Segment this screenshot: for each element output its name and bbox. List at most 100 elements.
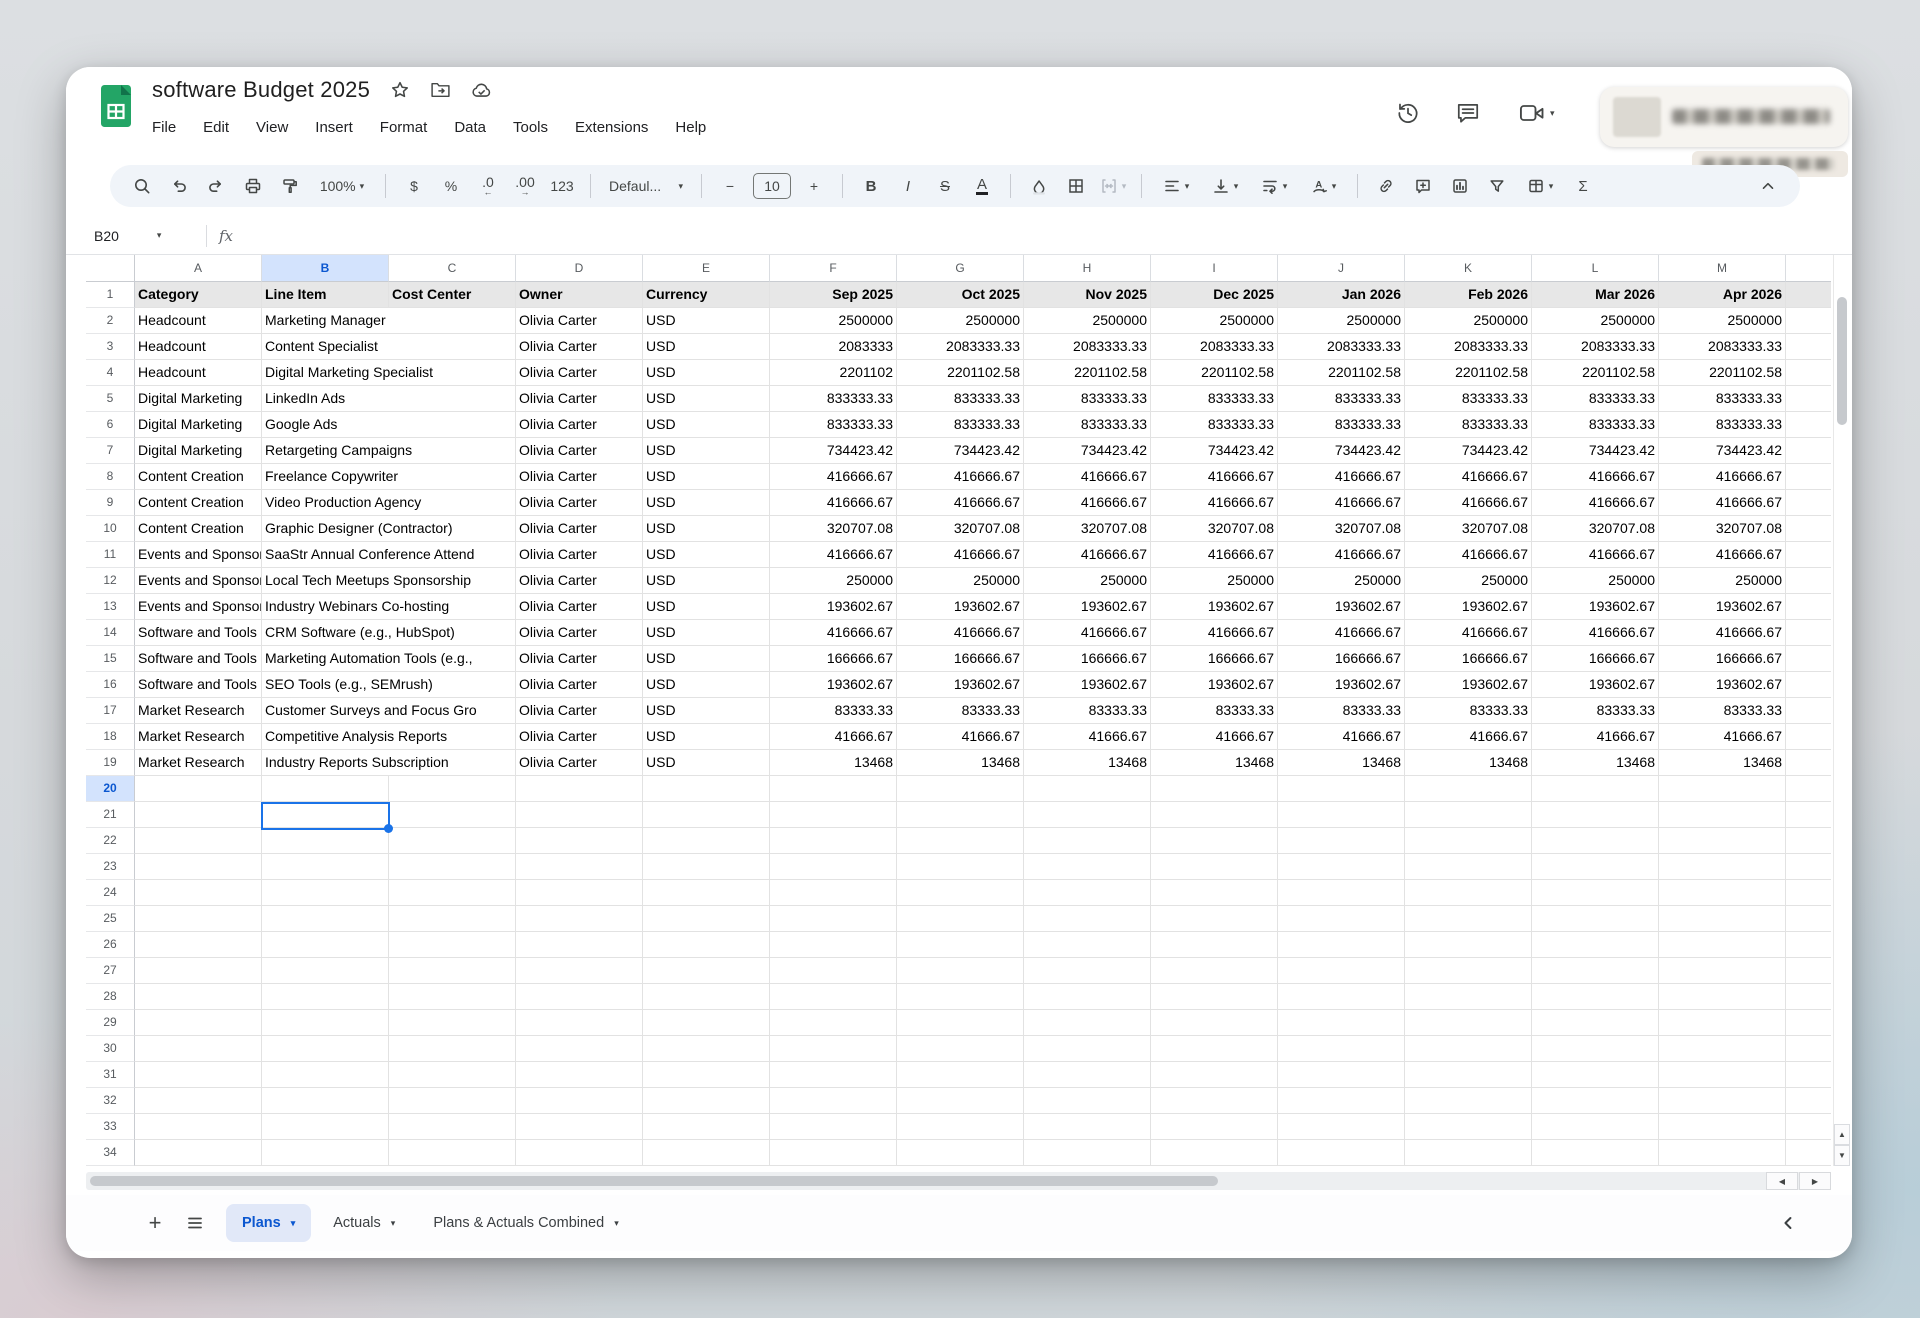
cell[interactable] — [1151, 880, 1278, 906]
row-header-34[interactable]: 34 — [86, 1140, 135, 1166]
format-currency-button[interactable]: $ — [400, 171, 428, 201]
cell[interactable]: Digital Marketing — [135, 412, 262, 438]
scroll-left-button[interactable]: ◀ — [1766, 1172, 1798, 1190]
cell[interactable] — [1278, 906, 1405, 932]
cell[interactable]: CRM Software (e.g., HubSpot) — [262, 620, 516, 646]
cell[interactable]: 2500000 — [1659, 308, 1786, 334]
text-color-button[interactable]: A — [968, 171, 996, 201]
row-header-13[interactable]: 13 — [86, 594, 135, 620]
cell[interactable] — [1024, 906, 1151, 932]
cell[interactable] — [262, 1088, 389, 1114]
cell[interactable]: 2201102.58 — [1151, 360, 1278, 386]
cell[interactable] — [1659, 880, 1786, 906]
cell[interactable]: 2201102.58 — [1024, 360, 1151, 386]
cell[interactable]: 83333.33 — [897, 698, 1024, 724]
cell[interactable] — [1786, 1088, 1831, 1114]
tab-actuals[interactable]: Actuals▾ — [317, 1204, 411, 1242]
cell[interactable] — [135, 1062, 262, 1088]
cell[interactable] — [1405, 828, 1532, 854]
cell[interactable]: 166666.67 — [1405, 646, 1532, 672]
cell[interactable]: 250000 — [1405, 568, 1532, 594]
cell[interactable] — [770, 1036, 897, 1062]
cell[interactable] — [1151, 958, 1278, 984]
cell[interactable]: Olivia Carter — [516, 542, 643, 568]
cell[interactable]: 13468 — [1024, 750, 1151, 776]
cell[interactable]: Nov 2025 — [1024, 282, 1151, 308]
cell[interactable] — [135, 880, 262, 906]
insert-link-icon[interactable] — [1372, 171, 1400, 201]
cell[interactable] — [643, 984, 770, 1010]
cell[interactable]: 416666.67 — [1786, 620, 1831, 646]
cell[interactable]: 416666.67 — [897, 542, 1024, 568]
cell[interactable]: Olivia Carter — [516, 750, 643, 776]
cell[interactable] — [516, 1062, 643, 1088]
cell[interactable]: Digital Marketing — [135, 386, 262, 412]
cell[interactable] — [1405, 1114, 1532, 1140]
cell[interactable]: 416666.67 — [1786, 542, 1831, 568]
cell[interactable] — [1786, 776, 1831, 802]
cell[interactable] — [643, 828, 770, 854]
cell[interactable]: 166666.67 — [1786, 646, 1831, 672]
cell[interactable]: May 2026 — [1786, 282, 1831, 308]
cell[interactable] — [1024, 984, 1151, 1010]
cell[interactable]: USD — [643, 334, 770, 360]
cell[interactable] — [1532, 958, 1659, 984]
cell[interactable] — [262, 828, 389, 854]
cell[interactable] — [770, 984, 897, 1010]
menu-item-view[interactable]: View — [256, 119, 288, 136]
cell[interactable]: 416666.67 — [1024, 620, 1151, 646]
row-header-31[interactable]: 31 — [86, 1062, 135, 1088]
cell[interactable] — [643, 854, 770, 880]
cell[interactable] — [1024, 802, 1151, 828]
cell[interactable] — [770, 1062, 897, 1088]
cell[interactable] — [135, 984, 262, 1010]
cell[interactable]: 41666.67 — [1659, 724, 1786, 750]
row-header-20[interactable]: 20 — [86, 776, 135, 802]
cell[interactable] — [1278, 1114, 1405, 1140]
row-header-14[interactable]: 14 — [86, 620, 135, 646]
cell[interactable]: Content Specialist — [262, 334, 516, 360]
row-header-10[interactable]: 10 — [86, 516, 135, 542]
cell[interactable]: USD — [643, 386, 770, 412]
star-icon[interactable] — [390, 80, 410, 100]
font-select[interactable]: Defaul...▾ — [605, 171, 687, 201]
cell[interactable]: 2083333.33 — [1659, 334, 1786, 360]
cell[interactable]: 2201102.58 — [1532, 360, 1659, 386]
move-to-folder-icon[interactable] — [430, 80, 451, 100]
bold-button[interactable]: B — [857, 171, 885, 201]
cell[interactable] — [1659, 776, 1786, 802]
cell[interactable]: 320707.08 — [770, 516, 897, 542]
cell[interactable]: Events and Sponsorships — [135, 568, 262, 594]
column-header-D[interactable]: D — [516, 255, 643, 282]
row-header-7[interactable]: 7 — [86, 438, 135, 464]
cell[interactable] — [135, 1010, 262, 1036]
menu-item-file[interactable]: File — [152, 119, 176, 136]
cell[interactable] — [643, 802, 770, 828]
row-header-22[interactable]: 22 — [86, 828, 135, 854]
cell[interactable]: SaaStr Annual Conference Attend — [262, 542, 516, 568]
cell[interactable]: 320707.08 — [1405, 516, 1532, 542]
cell[interactable]: 320707.08 — [1278, 516, 1405, 542]
scroll-up-button[interactable]: ▲ — [1834, 1124, 1850, 1145]
row-header-33[interactable]: 33 — [86, 1114, 135, 1140]
cell[interactable] — [1151, 906, 1278, 932]
cell[interactable]: 13468 — [1659, 750, 1786, 776]
cell[interactable]: Olivia Carter — [516, 412, 643, 438]
cell[interactable]: 250000 — [1278, 568, 1405, 594]
cell[interactable]: USD — [643, 594, 770, 620]
column-header-B[interactable]: B — [262, 255, 389, 282]
cell[interactable] — [135, 1114, 262, 1140]
cell[interactable] — [135, 1036, 262, 1062]
cell[interactable] — [1532, 880, 1659, 906]
cell[interactable]: Events and Sponsorships — [135, 542, 262, 568]
format-percent-button[interactable]: % — [437, 171, 465, 201]
cell[interactable]: 320707.08 — [897, 516, 1024, 542]
cell[interactable]: 83333.33 — [1278, 698, 1405, 724]
cell[interactable]: 416666.67 — [897, 464, 1024, 490]
row-header-4[interactable]: 4 — [86, 360, 135, 386]
cell[interactable]: 734423.42 — [897, 438, 1024, 464]
cell[interactable]: Feb 2026 — [1405, 282, 1532, 308]
cell[interactable] — [770, 958, 897, 984]
row-header-11[interactable]: 11 — [86, 542, 135, 568]
cell[interactable]: Software and Tools — [135, 620, 262, 646]
